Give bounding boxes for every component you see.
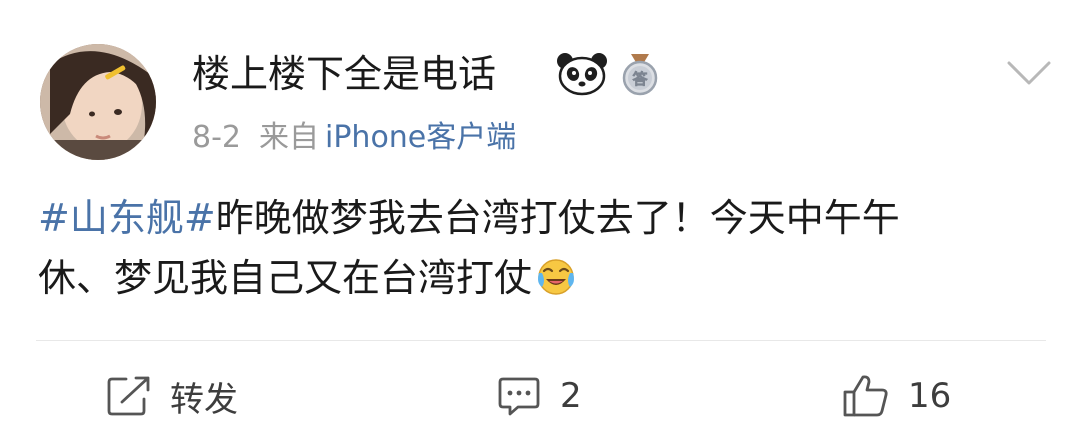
post-content: #山东舰#昨晚做梦我去台湾打仗去了！今天中午午 休、梦见我自己又在台湾打仗: [38, 188, 1048, 314]
post-text-line-1: 昨晚做梦我去台湾打仗去了！今天中午午: [215, 196, 900, 240]
like-count: 16: [908, 376, 952, 416]
panda-badge-icon[interactable]: [556, 52, 608, 100]
post-date: 8-2: [192, 120, 241, 155]
hashtag-link[interactable]: #山东舰#: [38, 196, 216, 240]
avatar[interactable]: [40, 44, 156, 160]
medal-badge-icon[interactable]: 答: [620, 52, 660, 100]
post-meta: 8-2 来自 iPhone客户端: [192, 118, 516, 158]
username[interactable]: 楼上楼下全是电话: [192, 48, 496, 100]
repost-label: 转发: [170, 379, 238, 420]
divider: [36, 340, 1046, 341]
like-button[interactable]: 16: [842, 368, 951, 424]
medal-badge-text: 答: [632, 70, 648, 88]
chevron-down-icon[interactable]: [1006, 58, 1052, 92]
comment-count: 2: [560, 376, 582, 416]
thumbs-up-icon: [843, 375, 888, 417]
crying-laughing-emoji-icon: [536, 254, 576, 314]
post-text-line-2: 休、梦见我自己又在台湾打仗: [38, 256, 533, 300]
comment-icon: [498, 377, 540, 416]
comment-button[interactable]: 2: [496, 368, 582, 424]
client-link[interactable]: iPhone客户端: [325, 120, 516, 155]
repost-button[interactable]: 转发: [106, 368, 238, 424]
source-prefix: 来自: [259, 120, 319, 155]
share-icon: [107, 376, 150, 416]
